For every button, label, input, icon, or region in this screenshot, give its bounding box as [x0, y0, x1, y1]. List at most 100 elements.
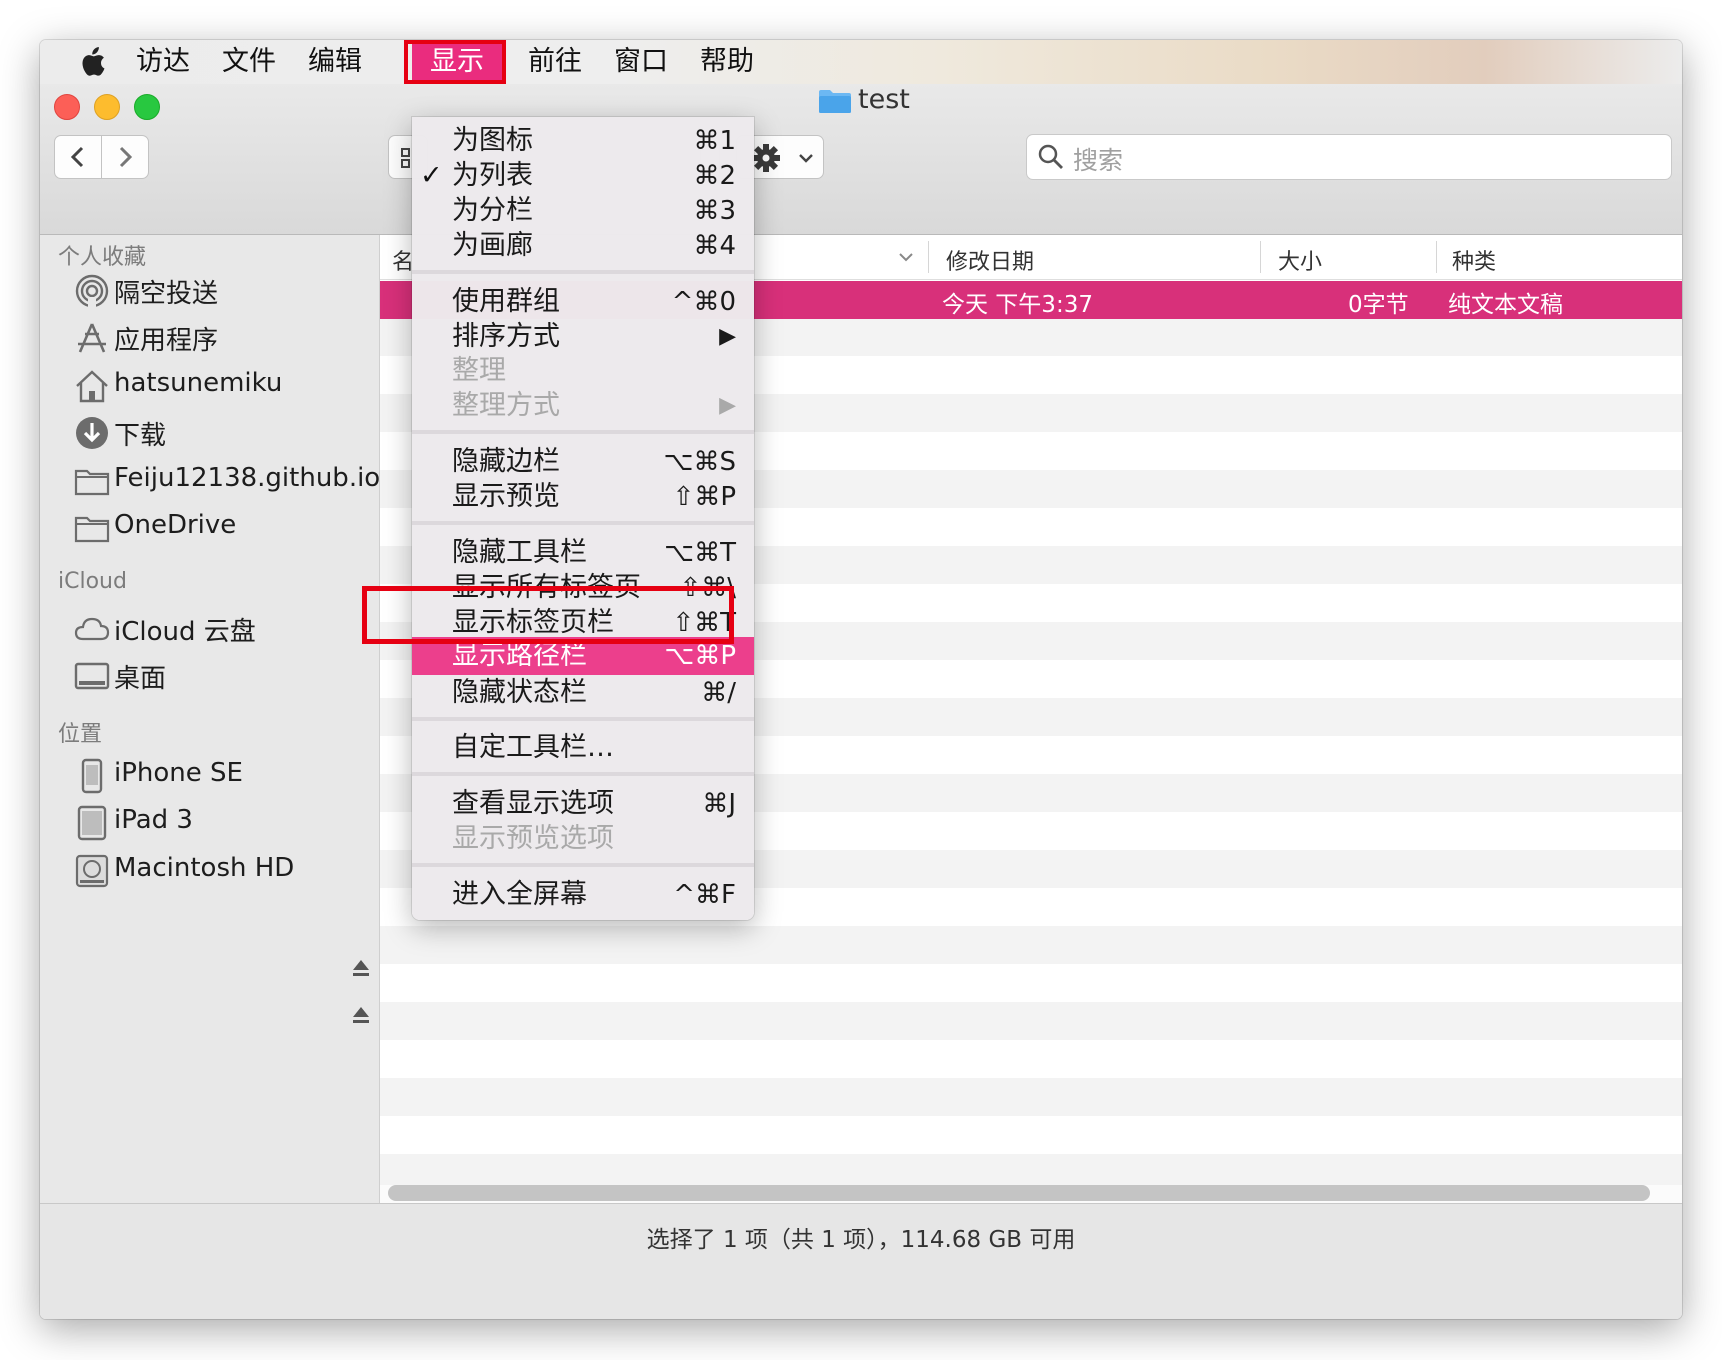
submenu-arrow-icon: ▶ — [719, 324, 736, 349]
menu-item-shortcut: ^⌘0 — [671, 287, 736, 317]
sidebar-label: iPad 3 — [114, 805, 193, 835]
menu-edit[interactable]: 编辑 — [298, 40, 372, 84]
menu-go[interactable]: 前往 — [518, 40, 592, 84]
chevron-left-icon — [70, 146, 84, 168]
sidebar-item-desktop[interactable]: 桌面 — [74, 654, 374, 698]
search-input[interactable]: 搜索 — [1026, 134, 1672, 180]
column-header-size[interactable]: 大小 — [1278, 244, 1322, 276]
menu-item-label: 隐藏工具栏 — [452, 537, 587, 568]
folder-icon — [819, 90, 851, 113]
menu-window[interactable]: 窗口 — [604, 40, 678, 84]
sidebar-label: 桌面 — [114, 664, 167, 694]
eject-icon[interactable] — [352, 958, 370, 978]
menu-help[interactable]: 帮助 — [690, 40, 764, 84]
menu-item-customize-toolbar[interactable]: 自定工具栏… — [412, 730, 754, 766]
sidebar-item-icloud-drive[interactable]: iCloud 云盘 — [74, 607, 374, 651]
gear-icon — [752, 144, 780, 172]
iphone-icon — [81, 758, 103, 794]
menu-item-label: 整理 — [452, 355, 506, 386]
menu-item-as-columns[interactable]: 为分栏 ⌘3 — [412, 193, 754, 229]
cell-size: 0字节 — [1348, 292, 1409, 318]
menu-item-as-list[interactable]: ✓ 为列表 ⌘2 — [412, 158, 754, 194]
sidebar-header-locations: 位置 — [58, 722, 103, 747]
sidebar-label: 下载 — [114, 421, 167, 451]
menu-item-hide-toolbar[interactable]: 隐藏工具栏 ⌥⌘T — [412, 535, 754, 571]
menu-item-clean-up: 整理 — [412, 353, 754, 389]
sidebar-label: 隔空投送 — [114, 279, 219, 309]
column-header-kind[interactable]: 种类 — [1452, 244, 1496, 276]
menu-item-show-view-options[interactable]: 查看显示选项 ⌘J — [412, 786, 754, 822]
chevron-down-icon — [899, 253, 913, 262]
desktop-icon — [74, 662, 110, 690]
menu-item-shortcut: ⇧⌘P — [672, 482, 736, 512]
column-divider — [928, 241, 929, 273]
menu-item-shortcut: ⌥⌘T — [664, 538, 736, 568]
menu-separator — [412, 521, 754, 525]
sidebar-label: hatsunemiku — [114, 368, 283, 398]
eject-icon[interactable] — [352, 1005, 370, 1025]
menu-item-label: 为分栏 — [452, 195, 533, 226]
menu-item-label: 为图标 — [452, 125, 533, 156]
apple-icon[interactable] — [78, 47, 106, 77]
menu-item-show-preview[interactable]: 显示预览 ⇧⌘P — [412, 479, 754, 515]
sidebar-header-favorites: 个人收藏 — [58, 245, 147, 270]
menu-item-use-groups[interactable]: 使用群组 ^⌘0 — [412, 284, 754, 320]
folder-icon — [74, 516, 110, 543]
cell-kind: 纯文本文稿 — [1448, 292, 1563, 318]
status-bar: 选择了 1 项（共 1 项），114.68 GB 可用 — [40, 1203, 1682, 1319]
sidebar-label: Macintosh HD — [114, 853, 295, 883]
airdrop-icon — [75, 274, 109, 309]
horizontal-scrollbar[interactable] — [388, 1185, 1650, 1201]
menu-item-hide-status-bar[interactable]: 隐藏状态栏 ⌘/ — [412, 675, 754, 711]
chevron-right-icon — [119, 146, 133, 168]
checkmark-icon: ✓ — [420, 160, 443, 191]
sidebar-item-downloads[interactable]: 下载 — [74, 411, 374, 455]
home-icon — [76, 370, 108, 403]
back-button[interactable] — [54, 135, 102, 179]
folder-icon — [74, 469, 110, 496]
menu-file[interactable]: 文件 — [212, 40, 286, 84]
status-text: 选择了 1 项（共 1 项），114.68 GB 可用 — [646, 1227, 1076, 1253]
view-menu-dropdown: 为图标 ⌘1 ✓ 为列表 ⌘2 为分栏 ⌘3 为画廊 ⌘4 使用群组 ^⌘0 排序方式 ▶ 整… — [412, 117, 754, 920]
window-title: test — [858, 84, 910, 115]
sidebar-item-iphone[interactable]: iPhone SE — [74, 754, 374, 798]
chevron-down-icon — [799, 154, 813, 163]
harddisk-icon — [75, 854, 109, 888]
sidebar-item-home[interactable]: hatsunemiku — [74, 364, 374, 408]
menu-item-label: 使用群组 — [452, 286, 560, 317]
menu-item-sort-by[interactable]: 排序方式 ▶ — [412, 319, 754, 355]
zoom-button[interactable] — [134, 94, 160, 120]
annotation-box-view-menu — [404, 40, 506, 84]
menu-separator — [412, 430, 754, 434]
sidebar: 个人收藏 隔空投送 应用程序 hatsunemiku 下载 Feiju12138… — [40, 235, 380, 1319]
menu-item-label: 隐藏状态栏 — [452, 677, 587, 708]
sidebar-label: iCloud 云盘 — [114, 617, 256, 647]
column-header-name[interactable]: 名 — [392, 244, 414, 276]
sidebar-item-github-folder[interactable]: Feiju12138.github.io — [74, 459, 380, 503]
menu-item-label: 显示预览 — [452, 481, 560, 512]
close-button[interactable] — [54, 94, 80, 120]
menu-item-clean-up-by: 整理方式 ▶ — [412, 388, 754, 424]
sidebar-label: Feiju12138.github.io — [114, 463, 381, 493]
menu-item-label: 显示预览选项 — [452, 823, 614, 854]
search-placeholder: 搜索 — [1073, 146, 1124, 175]
minimize-button[interactable] — [94, 94, 120, 120]
sidebar-item-ipad[interactable]: iPad 3 — [74, 801, 374, 845]
menu-item-as-icons[interactable]: 为图标 ⌘1 — [412, 123, 754, 159]
menu-item-as-gallery[interactable]: 为画廊 ⌘4 — [412, 228, 754, 264]
finder-window: 访达 文件 编辑 显示 前往 窗口 帮助 test 搜索 个人收藏 隔空投送 应… — [40, 40, 1682, 1319]
menu-item-hide-sidebar[interactable]: 隐藏边栏 ⌥⌘S — [412, 444, 754, 480]
menu-finder[interactable]: 访达 — [126, 40, 200, 84]
forward-button[interactable] — [101, 135, 149, 179]
menu-item-enter-full-screen[interactable]: 进入全屏幕 ^⌘F — [412, 877, 754, 913]
menu-item-label: 查看显示选项 — [452, 788, 614, 819]
sidebar-item-applications[interactable]: 应用程序 — [74, 316, 374, 360]
menu-separator — [412, 270, 754, 274]
sidebar-item-onedrive[interactable]: OneDrive — [74, 506, 374, 550]
menu-item-show-preview-options: 显示预览选项 — [412, 821, 754, 857]
sidebar-item-macintosh-hd[interactable]: Macintosh HD — [74, 849, 374, 893]
sidebar-item-airdrop[interactable]: 隔空投送 — [74, 269, 374, 313]
column-header-modified[interactable]: 修改日期 — [946, 244, 1034, 276]
sidebar-header-icloud: iCloud — [58, 569, 127, 594]
menu-item-shortcut: ⌘3 — [693, 196, 736, 226]
